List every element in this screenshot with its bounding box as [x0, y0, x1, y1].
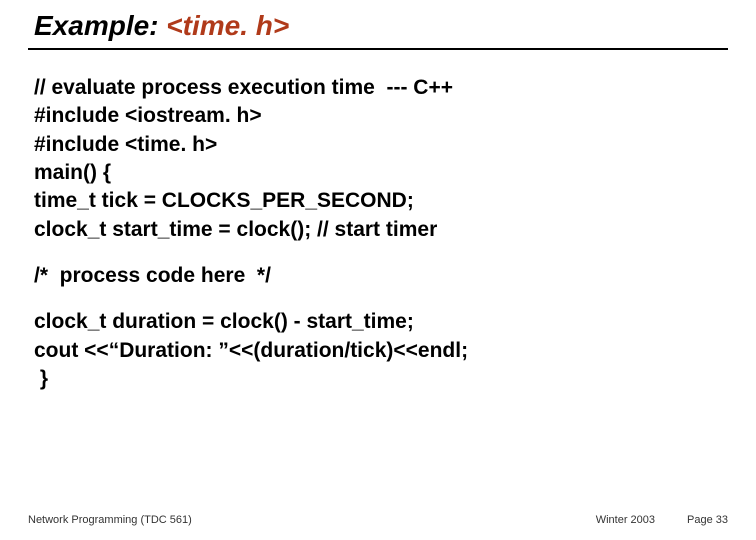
- title-prefix: Example:: [34, 10, 166, 41]
- slide-title: Example: <time. h>: [28, 10, 728, 42]
- code-block-2: /* process code here */: [34, 262, 728, 290]
- title-divider: [28, 48, 728, 50]
- code-block-1: // evaluate process execution time --- C…: [34, 74, 728, 244]
- footer-course: Network Programming (TDC 561): [28, 514, 192, 526]
- footer-page: Page 33: [687, 514, 728, 526]
- code-block-3: clock_t duration = clock() - start_time;…: [34, 308, 728, 393]
- slide: Example: <time. h> // evaluate process e…: [0, 0, 756, 540]
- footer-right-group: Winter 2003 Page 33: [596, 514, 728, 526]
- slide-content: // evaluate process execution time --- C…: [28, 74, 728, 393]
- slide-footer: Network Programming (TDC 561) Winter 200…: [28, 514, 728, 526]
- footer-term: Winter 2003: [596, 514, 655, 526]
- title-accent: <time. h>: [166, 10, 289, 41]
